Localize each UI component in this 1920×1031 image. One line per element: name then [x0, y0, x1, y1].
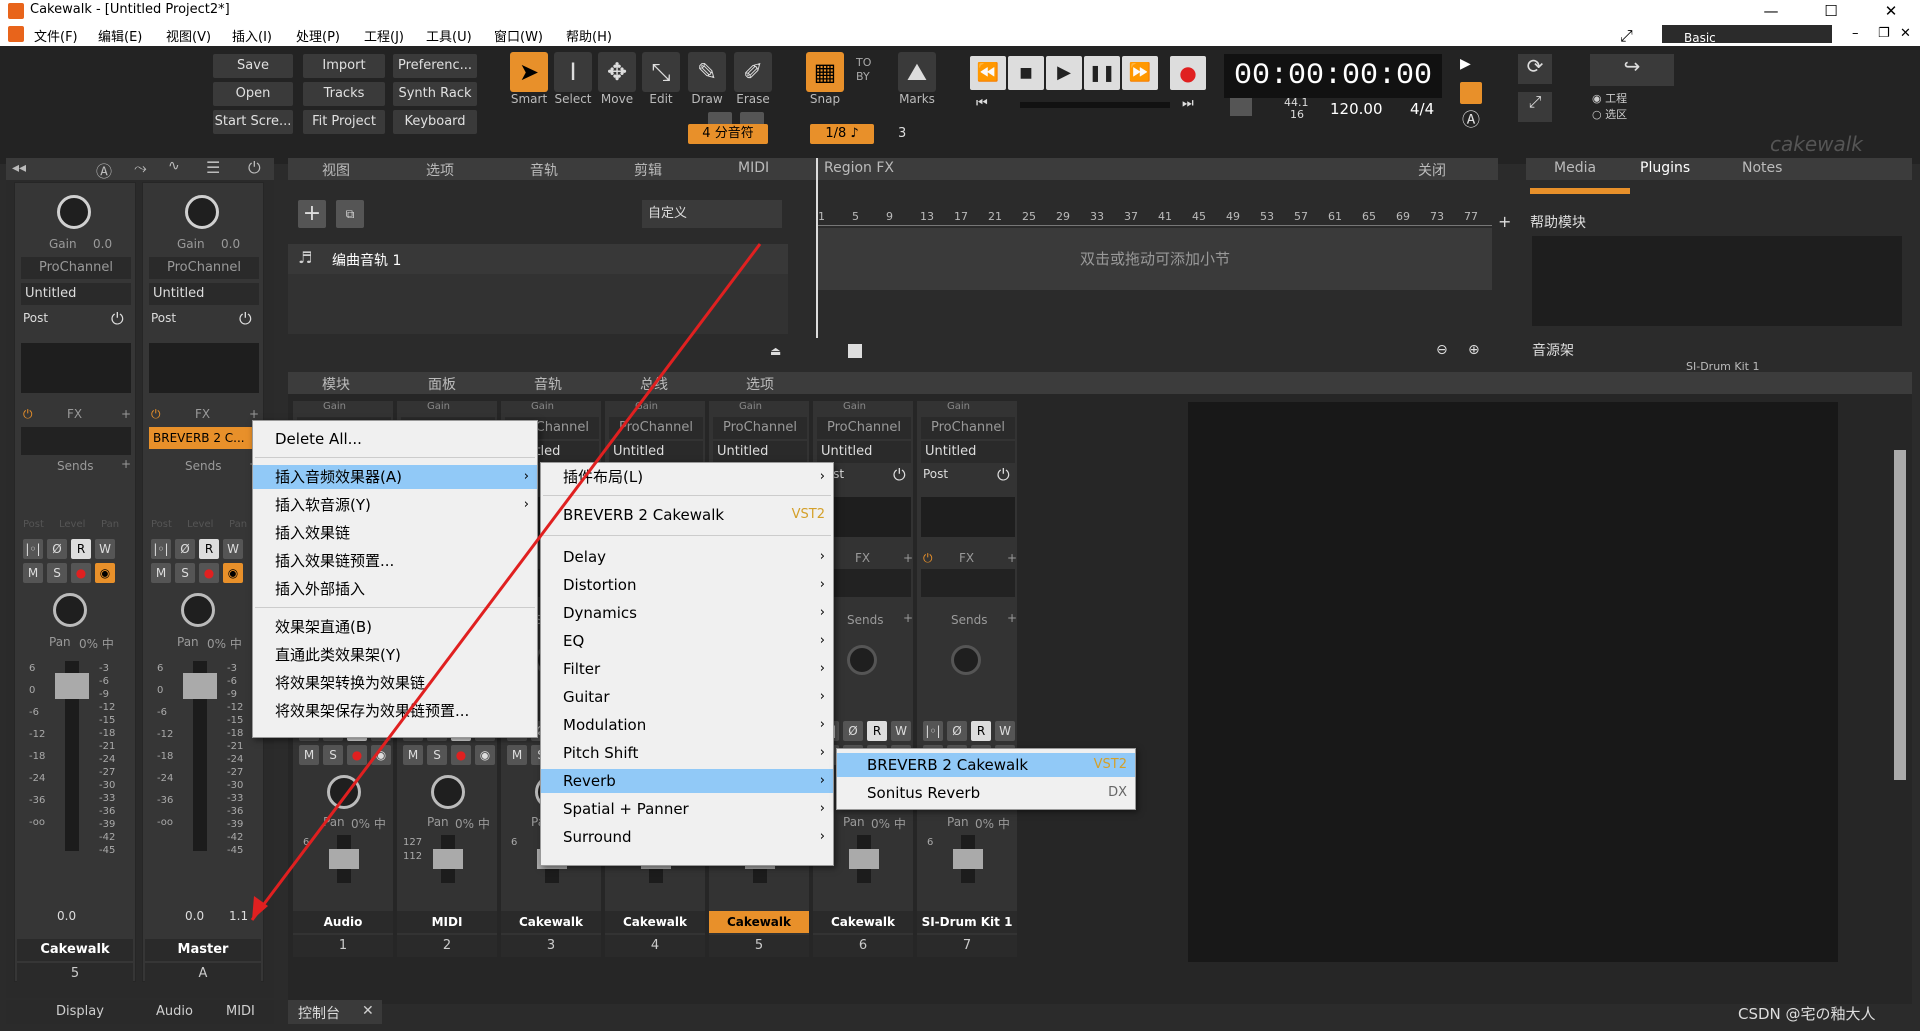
annotation-arrow-line [250, 243, 762, 921]
annotation-arrow [250, 243, 762, 921]
